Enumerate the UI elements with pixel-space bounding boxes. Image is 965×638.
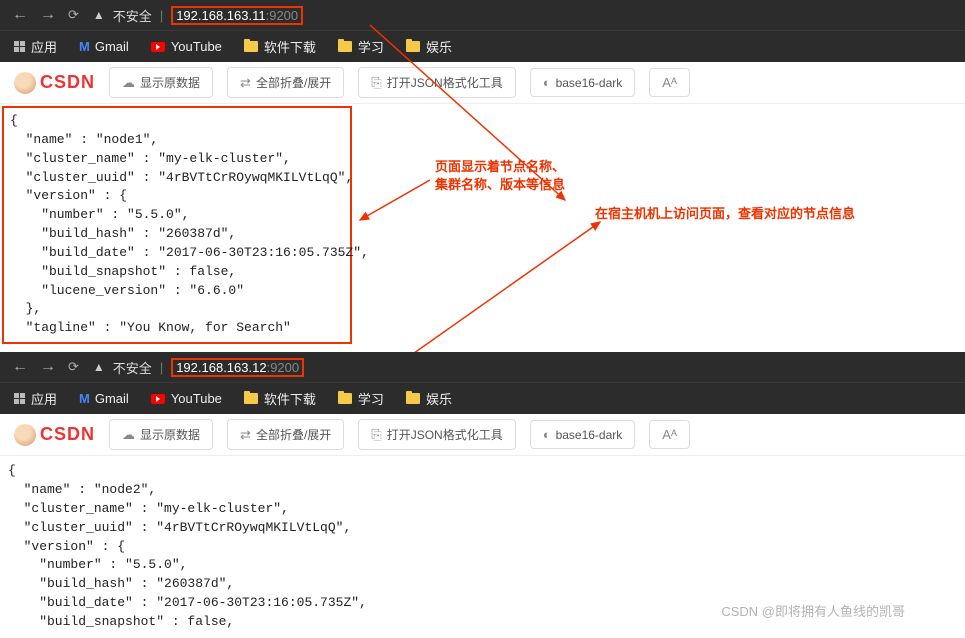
entertain-label: 娱乐 xyxy=(426,37,452,56)
back-button[interactable]: ← xyxy=(12,358,28,376)
nav-controls: ← → ⟳ xyxy=(12,6,79,24)
cloud-icon: ☁ xyxy=(122,427,135,443)
annotation-host-access: 在宿主机机上访问页面，查看对应的节点信息 xyxy=(595,205,855,223)
show-raw-button[interactable]: ☁显示原数据 xyxy=(109,67,213,98)
forward-button[interactable]: → xyxy=(40,6,56,24)
theme-icon: ◐ xyxy=(543,427,551,442)
entertain-folder[interactable]: 娱乐 xyxy=(406,37,452,56)
download-label: 软件下载 xyxy=(264,37,316,56)
apps-label: 应用 xyxy=(31,37,57,56)
theme-icon: ◐ xyxy=(543,75,551,90)
csdn-toolbar-1: CSDN ☁显示原数据 ⇄全部折叠/展开 ⎘打开JSON格式化工具 ◐base1… xyxy=(0,62,965,104)
divider: | xyxy=(160,360,163,375)
open-json-tool-button[interactable]: ⎘打开JSON格式化工具 xyxy=(358,67,515,98)
gmail-shortcut[interactable]: M Gmail xyxy=(79,391,129,406)
url-text: 192.168.163.12:9200 xyxy=(171,358,304,377)
theme-button[interactable]: ◐base16-dark xyxy=(530,68,636,97)
youtube-icon xyxy=(151,394,165,404)
tool-icon: ⎘ xyxy=(371,75,381,91)
json-response-1: { "name" : "node1", "cluster_name" : "my… xyxy=(2,106,352,344)
bookmarks-bar-1: 应用 M Gmail YouTube 软件下载 学习 娱乐 xyxy=(0,30,965,62)
folder-icon xyxy=(406,393,420,404)
download-label: 软件下载 xyxy=(264,389,316,408)
collapse-icon: ⇄ xyxy=(240,427,251,443)
study-folder[interactable]: 学习 xyxy=(338,37,384,56)
study-folder[interactable]: 学习 xyxy=(338,389,384,408)
font-icon: Aᴬ xyxy=(662,75,677,90)
gmail-icon: M xyxy=(79,391,89,406)
theme-button[interactable]: ◐base16-dark xyxy=(530,420,636,449)
folder-icon xyxy=(406,41,420,52)
back-button[interactable]: ← xyxy=(12,6,28,24)
download-folder[interactable]: 软件下载 xyxy=(244,389,316,408)
url-text: 192.168.163.11:9200 xyxy=(171,6,303,25)
entertain-label: 娱乐 xyxy=(426,389,452,408)
show-raw-button[interactable]: ☁显示原数据 xyxy=(109,419,213,450)
tool-icon: ⎘ xyxy=(371,427,381,443)
cloud-icon: ☁ xyxy=(122,75,135,91)
study-label: 学习 xyxy=(358,389,384,408)
gmail-label: Gmail xyxy=(95,39,129,54)
forward-button[interactable]: → xyxy=(40,358,56,376)
nav-controls: ← → ⟳ xyxy=(12,358,79,376)
url-area[interactable]: ▲ 不安全 | 192.168.163.12:9200 xyxy=(93,358,953,377)
csdn-logo[interactable]: CSDN xyxy=(14,424,95,446)
gmail-shortcut[interactable]: M Gmail xyxy=(79,39,129,54)
folder-icon xyxy=(244,393,258,404)
study-label: 学习 xyxy=(358,37,384,56)
insecure-label: 不安全 xyxy=(113,6,152,25)
folder-icon xyxy=(338,41,352,52)
open-json-tool-button[interactable]: ⎘打开JSON格式化工具 xyxy=(358,419,515,450)
insecure-label: 不安全 xyxy=(113,358,152,377)
download-folder[interactable]: 软件下载 xyxy=(244,37,316,56)
gmail-icon: M xyxy=(79,39,89,54)
csdn-face-icon xyxy=(14,424,36,446)
font-size-button[interactable]: Aᴬ xyxy=(649,68,690,97)
csdn-toolbar-2: CSDN ☁显示原数据 ⇄全部折叠/展开 ⎘打开JSON格式化工具 ◐base1… xyxy=(0,414,965,456)
collapse-expand-button[interactable]: ⇄全部折叠/展开 xyxy=(227,419,344,450)
font-size-button[interactable]: Aᴬ xyxy=(649,420,690,449)
csdn-watermark: CSDN @即将拥有人鱼线的凯哥 xyxy=(721,601,905,620)
collapse-expand-button[interactable]: ⇄全部折叠/展开 xyxy=(227,67,344,98)
annotation-node-info: 页面显示着节点名称、 集群名称、版本等信息 xyxy=(435,158,565,194)
browser-window-2: ← → ⟳ ▲ 不安全 | 192.168.163.12:9200 应用 M Gm… xyxy=(0,352,965,638)
divider: | xyxy=(160,8,163,23)
warning-icon: ▲ xyxy=(93,8,105,22)
apps-label: 应用 xyxy=(31,389,57,408)
bookmarks-bar-2: 应用 M Gmail YouTube 软件下载 学习 娱乐 xyxy=(0,382,965,414)
apps-icon xyxy=(14,393,25,404)
reload-button[interactable]: ⟳ xyxy=(68,7,79,23)
csdn-brand-text: CSDN xyxy=(40,72,95,93)
apps-shortcut[interactable]: 应用 xyxy=(14,37,57,56)
csdn-logo[interactable]: CSDN xyxy=(14,72,95,94)
youtube-label: YouTube xyxy=(171,391,222,406)
font-icon: Aᴬ xyxy=(662,427,677,442)
youtube-shortcut[interactable]: YouTube xyxy=(151,39,222,54)
entertain-folder[interactable]: 娱乐 xyxy=(406,389,452,408)
apps-icon xyxy=(14,41,25,52)
youtube-label: YouTube xyxy=(171,39,222,54)
apps-shortcut[interactable]: 应用 xyxy=(14,389,57,408)
warning-icon: ▲ xyxy=(93,360,105,374)
folder-icon xyxy=(338,393,352,404)
collapse-icon: ⇄ xyxy=(240,75,251,91)
youtube-icon xyxy=(151,42,165,52)
gmail-label: Gmail xyxy=(95,391,129,406)
url-area[interactable]: ▲ 不安全 | 192.168.163.11:9200 xyxy=(93,6,953,25)
address-bar-1: ← → ⟳ ▲ 不安全 | 192.168.163.11:9200 xyxy=(0,0,965,30)
address-bar-2: ← → ⟳ ▲ 不安全 | 192.168.163.12:9200 xyxy=(0,352,965,382)
csdn-face-icon xyxy=(14,72,36,94)
youtube-shortcut[interactable]: YouTube xyxy=(151,391,222,406)
folder-icon xyxy=(244,41,258,52)
reload-button[interactable]: ⟳ xyxy=(68,359,79,375)
csdn-brand-text: CSDN xyxy=(40,424,95,445)
